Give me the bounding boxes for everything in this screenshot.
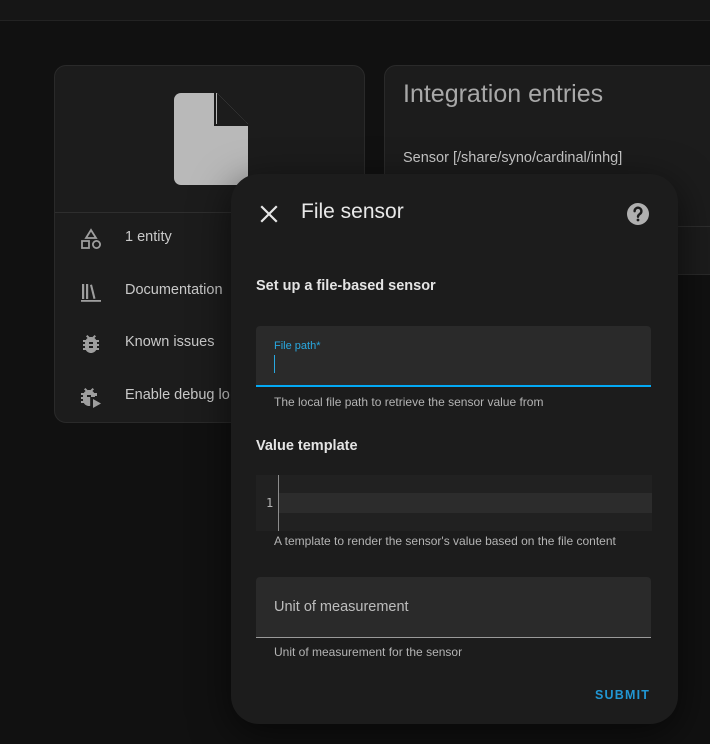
- file-document-icon: [174, 92, 249, 185]
- editor-active-line[interactable]: [279, 493, 652, 513]
- entry-item[interactable]: Sensor [/share/syno/cardinal/inhg]: [403, 150, 622, 166]
- unit-of-measurement-input[interactable]: [256, 577, 651, 637]
- close-icon[interactable]: [257, 202, 281, 226]
- text-caret: [274, 355, 275, 373]
- entries-title: Integration entries: [403, 80, 604, 108]
- enable-debug-label: Enable debug lo: [125, 387, 230, 403]
- value-template-editor[interactable]: 1: [256, 475, 652, 531]
- value-template-helper: A template to render the sensor's value …: [274, 534, 616, 548]
- known-issues-label: Known issues: [125, 334, 215, 350]
- file-sensor-dialog: File sensor Set up a file-based sensor F…: [231, 174, 678, 724]
- unit-of-measurement-field[interactable]: [256, 577, 651, 638]
- help-circle-icon[interactable]: [626, 202, 650, 226]
- submit-button[interactable]: SUBMIT: [595, 688, 650, 702]
- bug-icon: [83, 335, 99, 353]
- line-number: 1: [266, 496, 274, 510]
- dialog-subtitle: Set up a file-based sensor: [256, 278, 436, 294]
- bug-play-icon: [81, 388, 101, 408]
- editor-gutter: 1: [256, 475, 279, 531]
- book-shelf-icon: [81, 284, 101, 302]
- file-path-helper: The local file path to retrieve the sens…: [274, 395, 544, 409]
- file-path-input[interactable]: [272, 354, 636, 378]
- documentation-label: Documentation: [125, 282, 223, 298]
- value-template-label: Value template: [256, 438, 358, 454]
- dialog-title: File sensor: [301, 200, 404, 223]
- file-path-field[interactable]: File path*: [256, 326, 651, 387]
- entity-count-label: 1 entity: [125, 229, 172, 245]
- top-toolbar: [0, 0, 710, 21]
- unit-helper: Unit of measurement for the sensor: [274, 645, 463, 659]
- file-path-label: File path*: [274, 340, 321, 352]
- shapes-icon: [81, 228, 101, 249]
